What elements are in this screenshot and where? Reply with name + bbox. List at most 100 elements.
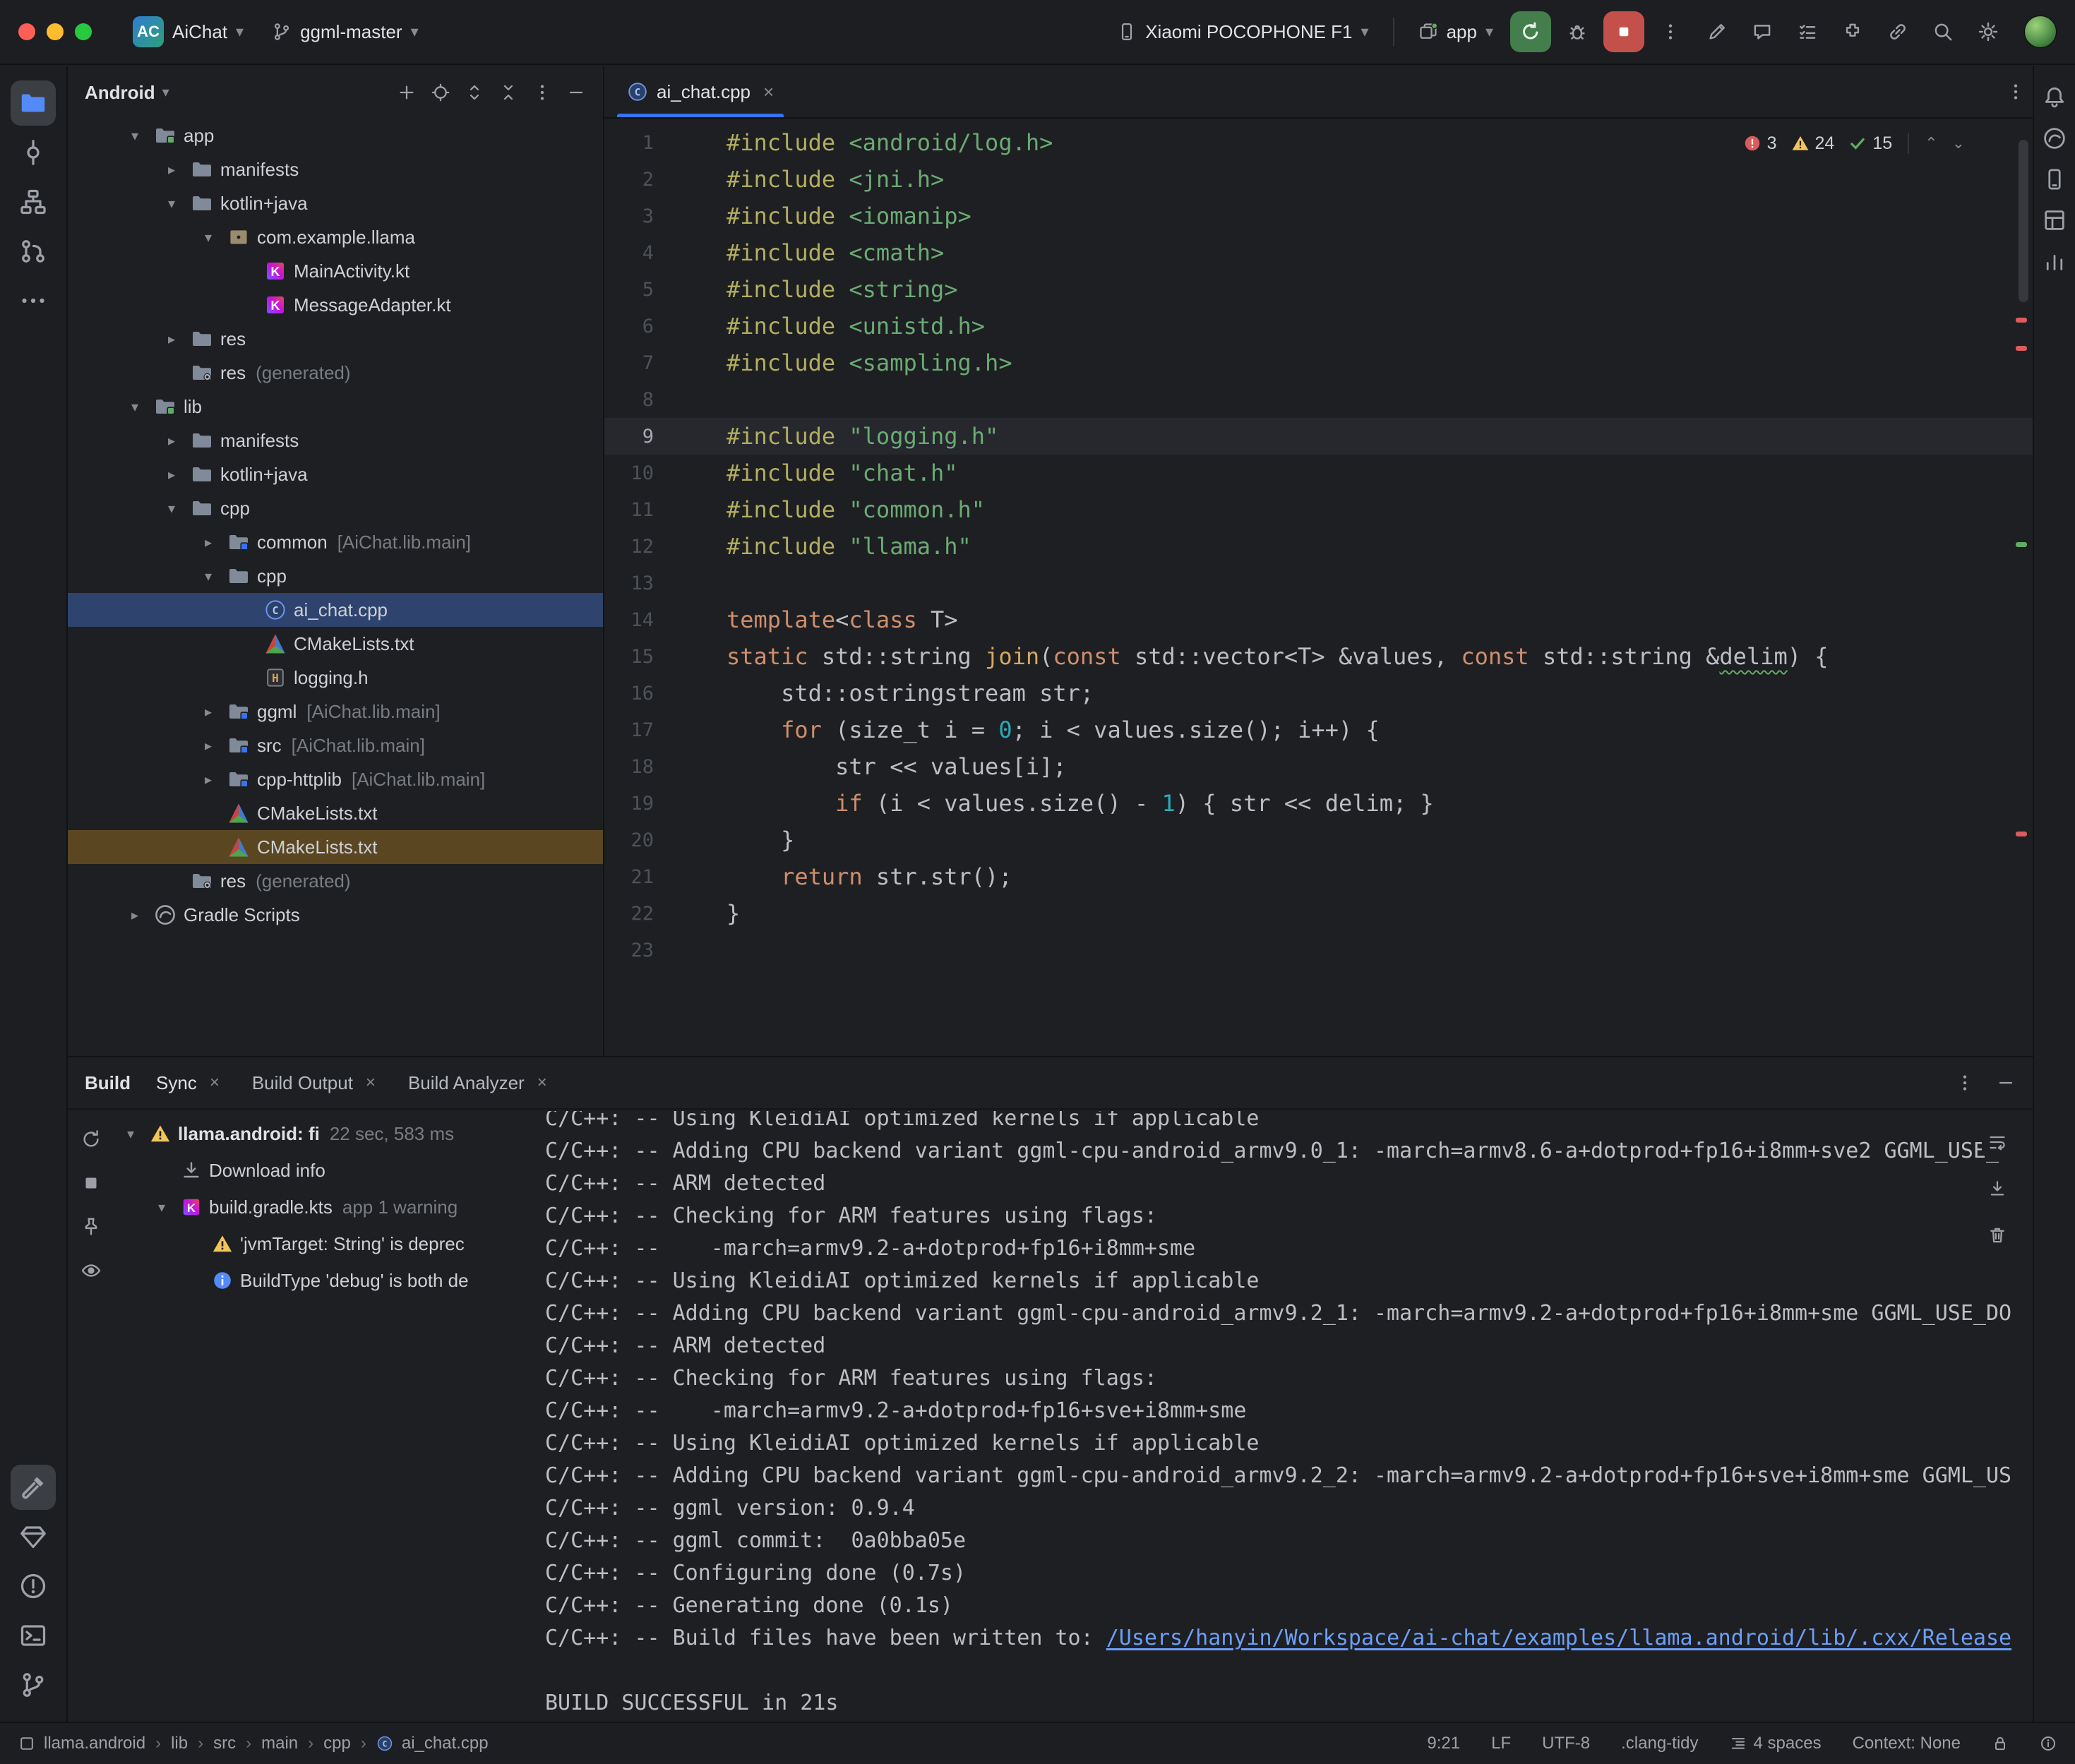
notifications-tool-button[interactable] — [2036, 79, 2073, 116]
run-button[interactable] — [1510, 11, 1551, 52]
more-run-actions-button[interactable] — [1650, 11, 1691, 52]
stripe-mark-error[interactable] — [2016, 318, 2027, 323]
tree-item-cmakelists-txt[interactable]: CMakeLists.txt — [68, 796, 603, 830]
breadcrumb-item-llama-android[interactable]: llama.android — [44, 1734, 145, 1753]
breadcrumb-item-src[interactable]: src — [213, 1734, 236, 1753]
search-everywhere-button[interactable] — [1922, 11, 1963, 52]
chevron-right-icon[interactable]: ▸ — [196, 737, 220, 755]
tree-item-mainactivity-kt[interactable]: K MainActivity.kt — [68, 254, 603, 288]
build-tab-build-output[interactable]: Build Output × — [248, 1057, 380, 1108]
inspect-button[interactable] — [74, 1254, 108, 1288]
gradle-tool-button[interactable] — [2036, 120, 2073, 157]
scroll-to-end-button[interactable] — [1982, 1173, 2013, 1204]
code-line-15[interactable]: 15 static std::string join(const std::ve… — [604, 638, 2033, 675]
build-tree-item-download-info[interactable]: Download info — [114, 1152, 534, 1189]
chevron-right-icon[interactable]: ▸ — [196, 771, 220, 788]
clang-tidy-widget[interactable]: .clang-tidy — [1621, 1734, 1698, 1753]
chevron-down-icon[interactable]: ▾ — [123, 127, 147, 145]
soft-wrap-button[interactable] — [1982, 1127, 2013, 1158]
next-problem-icon[interactable]: ⌄ — [1952, 134, 1965, 152]
code-line-18[interactable]: 18 str << values[i]; — [604, 748, 2033, 785]
tree-item-kotlin-java[interactable]: ▾ kotlin+java — [68, 186, 603, 220]
tree-item-app[interactable]: ▾ app — [68, 119, 603, 152]
breadcrumb-item-lib[interactable]: lib — [171, 1734, 188, 1753]
code-line-7[interactable]: 7 #include <sampling.h> — [604, 344, 2033, 381]
breadcrumb-item-main[interactable]: main — [261, 1734, 298, 1753]
stripe-mark-success[interactable] — [2016, 542, 2027, 547]
close-tab-icon[interactable]: × — [763, 81, 774, 103]
build-tree-item-build-gradle-kts[interactable]: ▾ K build.gradle.kts app 1 warning — [114, 1189, 534, 1225]
version-control-tool-button[interactable] — [11, 1662, 56, 1708]
layout-inspector-tool-button[interactable] — [2036, 202, 2073, 239]
expand-all-button[interactable] — [458, 76, 491, 109]
breadcrumb-item-ai-chat-cpp[interactable]: ai_chat.cpp — [402, 1734, 489, 1753]
build-console[interactable]: C/C++: -- Using KleidiAI optimized kerne… — [537, 1111, 2030, 1722]
warnings-chip[interactable]: 24 — [1791, 133, 1835, 154]
code-line-17[interactable]: 17 for (size_t i = 0; i < values.size();… — [604, 712, 2033, 748]
code-line-14[interactable]: 14 template<class T> — [604, 601, 2033, 638]
code-line-3[interactable]: 3 #include <iomanip> — [604, 198, 2033, 234]
terminal-tool-button[interactable] — [11, 1613, 56, 1658]
ai-edit-button[interactable] — [1697, 11, 1738, 52]
code-line-22[interactable]: 22 } — [604, 895, 2033, 932]
caret-position-widget[interactable]: 9:21 — [1427, 1734, 1460, 1753]
editor-tab-ai-chat-cpp[interactable]: C ai_chat.cpp × — [611, 66, 789, 117]
close-window-button[interactable] — [18, 23, 35, 40]
errors-chip[interactable]: 3 — [1743, 133, 1777, 154]
tree-item-common[interactable]: ▸ common [AiChat.lib.main] — [68, 525, 603, 559]
locate-file-button[interactable] — [424, 76, 458, 109]
build-tool-button[interactable] — [11, 1465, 56, 1510]
tree-item-cpp[interactable]: ▾ cpp — [68, 559, 603, 593]
build-options-icon[interactable] — [1955, 1073, 1975, 1093]
share-button[interactable] — [1877, 11, 1918, 52]
code-line-16[interactable]: 16 std::ostringstream str; — [604, 675, 2033, 712]
chevron-down-icon[interactable]: ▾ — [119, 1125, 143, 1143]
console-file-link[interactable]: /Users/hanyin/Workspace/ai-chat/examples… — [1106, 1626, 2011, 1650]
tree-item-res[interactable]: res (generated) — [68, 356, 603, 390]
chevron-down-icon[interactable]: ▾ — [123, 398, 147, 416]
project-tool-button[interactable] — [11, 80, 56, 126]
code-line-13[interactable]: 13 — [604, 565, 2033, 601]
close-tab-icon[interactable]: × — [537, 1073, 547, 1093]
device-explorer-tool-button[interactable] — [2036, 161, 2073, 198]
tree-item-cpp-httplib[interactable]: ▸ cpp-httplib [AiChat.lib.main] — [68, 762, 603, 796]
plugins-button[interactable] — [1832, 11, 1873, 52]
stop-button[interactable] — [1603, 11, 1644, 52]
stripe-mark-error[interactable] — [2016, 832, 2027, 836]
file-encoding-widget[interactable]: UTF-8 — [1542, 1734, 1590, 1753]
build-tab-sync[interactable]: Sync × — [152, 1057, 224, 1108]
code-line-6[interactable]: 6 #include <unistd.h> — [604, 308, 2033, 344]
chevron-down-icon[interactable]: ▾ — [196, 229, 220, 246]
chevron-down-icon[interactable]: ▾ — [160, 500, 184, 517]
build-tab-build-analyzer[interactable]: Build Analyzer × — [404, 1057, 551, 1108]
tree-item-cmakelists-txt[interactable]: CMakeLists.txt — [68, 830, 603, 864]
line-separator-widget[interactable]: LF — [1491, 1734, 1511, 1753]
chevron-down-icon[interactable]: ▾ — [160, 195, 184, 212]
tree-item-res[interactable]: res (generated) — [68, 864, 603, 898]
minimize-window-button[interactable] — [47, 23, 64, 40]
clear-all-button[interactable] — [1982, 1220, 2013, 1251]
chevron-right-icon[interactable]: ▸ — [160, 330, 184, 348]
close-tab-icon[interactable]: × — [366, 1073, 376, 1093]
pin-tab-button[interactable] — [74, 1210, 108, 1244]
ai-chat-button[interactable] — [1742, 11, 1783, 52]
indent-config-widget[interactable]: 4 spaces — [1730, 1734, 1822, 1753]
maximize-window-button[interactable] — [75, 23, 92, 40]
settings-button[interactable] — [1968, 11, 2009, 52]
debug-button[interactable] — [1557, 11, 1598, 52]
scrollbar-thumb[interactable] — [2019, 140, 2028, 302]
chevron-right-icon[interactable]: ▸ — [196, 534, 220, 551]
code-line-4[interactable]: 4 #include <cmath> — [604, 234, 2033, 271]
structure-tool-button[interactable] — [11, 179, 56, 224]
code-line-21[interactable]: 21 return str.str(); — [604, 858, 2033, 895]
code-line-10[interactable]: 10 #include "chat.h" — [604, 455, 2033, 491]
vcs-branch-button[interactable]: ggml-master ▾ — [261, 11, 430, 53]
commit-tool-button[interactable] — [11, 130, 56, 175]
build-tree-item-jvmtarget-string-is-deprec[interactable]: 'jvmTarget: String' is deprec — [114, 1225, 534, 1262]
chevron-right-icon[interactable]: ▸ — [160, 161, 184, 179]
inspections-status-widget[interactable] — [2040, 1735, 2057, 1752]
collapse-all-button[interactable] — [491, 76, 525, 109]
code-line-23[interactable]: 23 — [604, 932, 2033, 968]
project-view-selector[interactable]: Android ▾ — [85, 82, 169, 104]
chevron-right-icon[interactable]: ▸ — [160, 432, 184, 450]
